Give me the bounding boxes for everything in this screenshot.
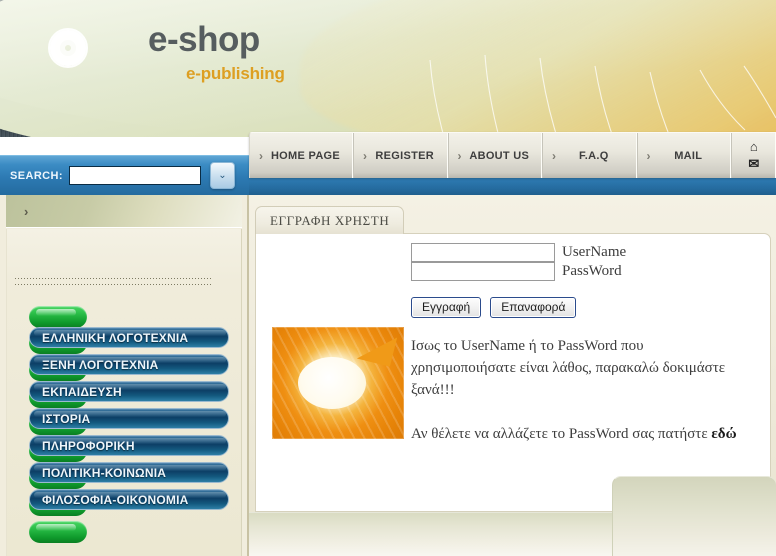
sidebar-panel: ΕΛΛΗΝΙΚΗ ΛΟΓΟΤΕΧΝΙΑ ΞΕΝΗ ΛΟΓΟΤΕΧΝΙΑ ΕΚΠΑ… xyxy=(6,229,242,556)
sidebar-item-label: ΞΕΝΗ ΛΟΓΟΤΕΧΝΙΑ xyxy=(42,357,159,372)
sidebar-pill-button[interactable]: ΕΚΠΑΙΔΕΥΣΗ xyxy=(29,381,229,402)
username-row: UserName xyxy=(411,243,771,262)
sidebar-item-politiki-koinonia[interactable]: ΠΟΛΙΤΙΚΗ-ΚΟΙΝΩΝΙΑ xyxy=(7,462,243,489)
password-help-text: Αν θέλετε να αλλάζετε το PassWord σας πα… xyxy=(411,423,761,445)
register-button[interactable]: Εγγραφή xyxy=(411,297,482,318)
change-password-link[interactable]: εδώ xyxy=(711,426,736,442)
page-root: e-shop e-publishing › HOME PAGE › REGIST… xyxy=(0,0,776,556)
sidebar-pill-button[interactable]: ΠΟΛΙΤΙΚΗ-ΚΟΙΝΩΝΙΑ xyxy=(29,462,229,483)
reset-button[interactable]: Επαναφορά xyxy=(490,297,577,318)
form-buttons: Εγγραφή Επαναφορά xyxy=(411,297,771,318)
nav-item-mail[interactable]: › MAIL xyxy=(638,133,732,178)
nav-label: MAIL xyxy=(674,149,703,162)
nav-item-faq[interactable]: › F.A.Q xyxy=(543,133,638,178)
main-content: ΕΓΓΡΑΦΗ ΧΡΗΣΤΗ UserName PassWord Εγγραφή… xyxy=(249,195,776,556)
chevron-down-icon: ⌄ xyxy=(218,170,227,181)
sidebar-divider xyxy=(15,277,211,286)
thumb-inner-circle xyxy=(298,357,366,409)
sidebar: › ΕΛΛΗΝΙΚΗ ΛΟΓΟΤΕΧΝΙΑ ΞΕΝΗ ΛΟΓΟΤΕΧΝΙΑ ΕΚ… xyxy=(0,195,249,556)
green-pill-icon xyxy=(29,521,87,543)
nav-label: REGISTER xyxy=(375,149,435,162)
sidebar-item-ekpaideysi[interactable]: ΕΚΠΑΙΔΕΥΣΗ xyxy=(7,381,243,408)
search-bar: SEARCH: ⌄ xyxy=(0,155,249,195)
sidebar-pill-decoration-top xyxy=(7,301,243,328)
sidebar-item-label: ΕΚΠΑΙΔΕΥΣΗ xyxy=(42,384,122,399)
sidebar-item-label: ΠΛΗΡΟΦΟΡΙΚΗ xyxy=(42,438,135,453)
error-message: Ισως το UserName ή το PassWord που χρησι… xyxy=(411,338,726,398)
concentric-rings-logo-icon xyxy=(48,28,88,68)
nav-label: HOME PAGE xyxy=(270,149,341,162)
sidebar-item-filosofia-oikonomia[interactable]: ΦΙΛΟΣΟΦΙΑ-ΟΙΚΟΝΟΜΙΑ xyxy=(7,489,243,516)
main-navigation: › HOME PAGE › REGISTER › ABOUT US › F.A.… xyxy=(249,132,776,178)
nav-item-about-us[interactable]: › ABOUT US xyxy=(449,133,543,178)
content-bottom-panel xyxy=(612,476,776,556)
brand-title: e-shop xyxy=(148,20,260,59)
sidebar-pill-decoration-bottom xyxy=(7,516,243,546)
chevron-right-icon: › xyxy=(646,148,651,163)
search-dropdown-button[interactable]: ⌄ xyxy=(209,162,235,189)
nav-item-register[interactable]: › REGISTER xyxy=(354,133,449,178)
chevron-right-icon: › xyxy=(259,148,264,163)
username-label: UserName xyxy=(562,244,627,260)
chevron-right-icon: › xyxy=(24,203,29,219)
sidebar-item-elliniki-logotechnia[interactable]: ΕΛΛΗΝΙΚΗ ΛΟΓΟΤΕΧΝΙΑ xyxy=(7,327,243,354)
sidebar-item-label: ΙΣΤΟΡΙΑ xyxy=(42,411,91,426)
username-input[interactable] xyxy=(411,243,555,262)
green-pill-icon xyxy=(29,306,87,328)
mail-icon[interactable]: ✉ xyxy=(748,157,759,171)
sidebar-menu: ΕΛΛΗΝΙΚΗ ΛΟΓΟΤΕΧΝΙΑ ΞΕΝΗ ΛΟΓΟΤΕΧΝΙΑ ΕΚΠΑ… xyxy=(7,301,243,546)
header-banner: e-shop e-publishing xyxy=(0,0,776,137)
orange-circular-arrow-logo-icon xyxy=(272,327,404,439)
password-row: PassWord xyxy=(411,262,771,281)
sidebar-pill-button[interactable]: ΠΛΗΡΟΦΟΡΙΚΗ xyxy=(29,435,229,456)
sidebar-collapse-bar[interactable]: › xyxy=(6,195,242,228)
sidebar-item-pliroforiki[interactable]: ΠΛΗΡΟΦΟΡΙΚΗ xyxy=(7,435,243,462)
page-body: › ΕΛΛΗΝΙΚΗ ΛΟΓΟΤΕΧΝΙΑ ΞΕΝΗ ΛΟΓΟΤΕΧΝΙΑ ΕΚ… xyxy=(0,195,776,556)
sidebar-item-xeni-logotechnia[interactable]: ΞΕΝΗ ΛΟΓΟΤΕΧΝΙΑ xyxy=(7,354,243,381)
nav-label: ABOUT US xyxy=(469,149,530,162)
search-bar-extension xyxy=(249,178,776,195)
chevron-right-icon: › xyxy=(552,148,557,163)
help-text-label: Αν θέλετε να αλλάζετε το PassWord σας πα… xyxy=(411,426,712,442)
tab-user-registration[interactable]: ΕΓΓΡΑΦΗ ΧΡΗΣΤΗ xyxy=(255,206,405,234)
password-input[interactable] xyxy=(411,262,555,281)
nav-item-home-page[interactable]: › HOME PAGE xyxy=(250,133,354,178)
home-icon[interactable]: ⌂ xyxy=(750,140,758,154)
brand-subtitle: e-publishing xyxy=(186,64,285,83)
password-label: PassWord xyxy=(562,263,622,279)
search-label: SEARCH: xyxy=(10,169,63,182)
banner-arc-lines xyxy=(429,54,776,137)
search-input[interactable] xyxy=(68,166,201,185)
sidebar-item-label: ΠΟΛΙΤΙΚΗ-ΚΟΙΝΩΝΙΑ xyxy=(42,465,167,480)
sidebar-pill-button[interactable]: ΞΕΝΗ ΛΟΓΟΤΕΧΝΙΑ xyxy=(29,354,229,375)
nav-quick-icons: ⌂ ✉ xyxy=(732,133,776,178)
sidebar-item-label: ΦΙΛΟΣΟΦΙΑ-ΟΙΚΟΝΟΜΙΑ xyxy=(42,492,189,507)
registration-form: UserName PassWord Εγγραφή Επαναφορά Ισως… xyxy=(411,243,771,445)
content-card: UserName PassWord Εγγραφή Επαναφορά Ισως… xyxy=(255,233,771,512)
sidebar-item-label: ΕΛΛΗΝΙΚΗ ΛΟΓΟΤΕΧΝΙΑ xyxy=(42,330,189,345)
sidebar-pill-button[interactable]: ΦΙΛΟΣΟΦΙΑ-ΟΙΚΟΝΟΜΙΑ xyxy=(29,489,229,510)
chevron-right-icon: › xyxy=(457,148,462,163)
sidebar-pill-button[interactable]: ΕΛΛΗΝΙΚΗ ΛΟΓΟΤΕΧΝΙΑ xyxy=(29,327,229,348)
sidebar-pill-button[interactable]: ΙΣΤΟΡΙΑ xyxy=(29,408,229,429)
sidebar-item-istoria[interactable]: ΙΣΤΟΡΙΑ xyxy=(7,408,243,435)
nav-label: F.A.Q xyxy=(578,149,609,162)
chevron-right-icon: › xyxy=(363,148,368,163)
